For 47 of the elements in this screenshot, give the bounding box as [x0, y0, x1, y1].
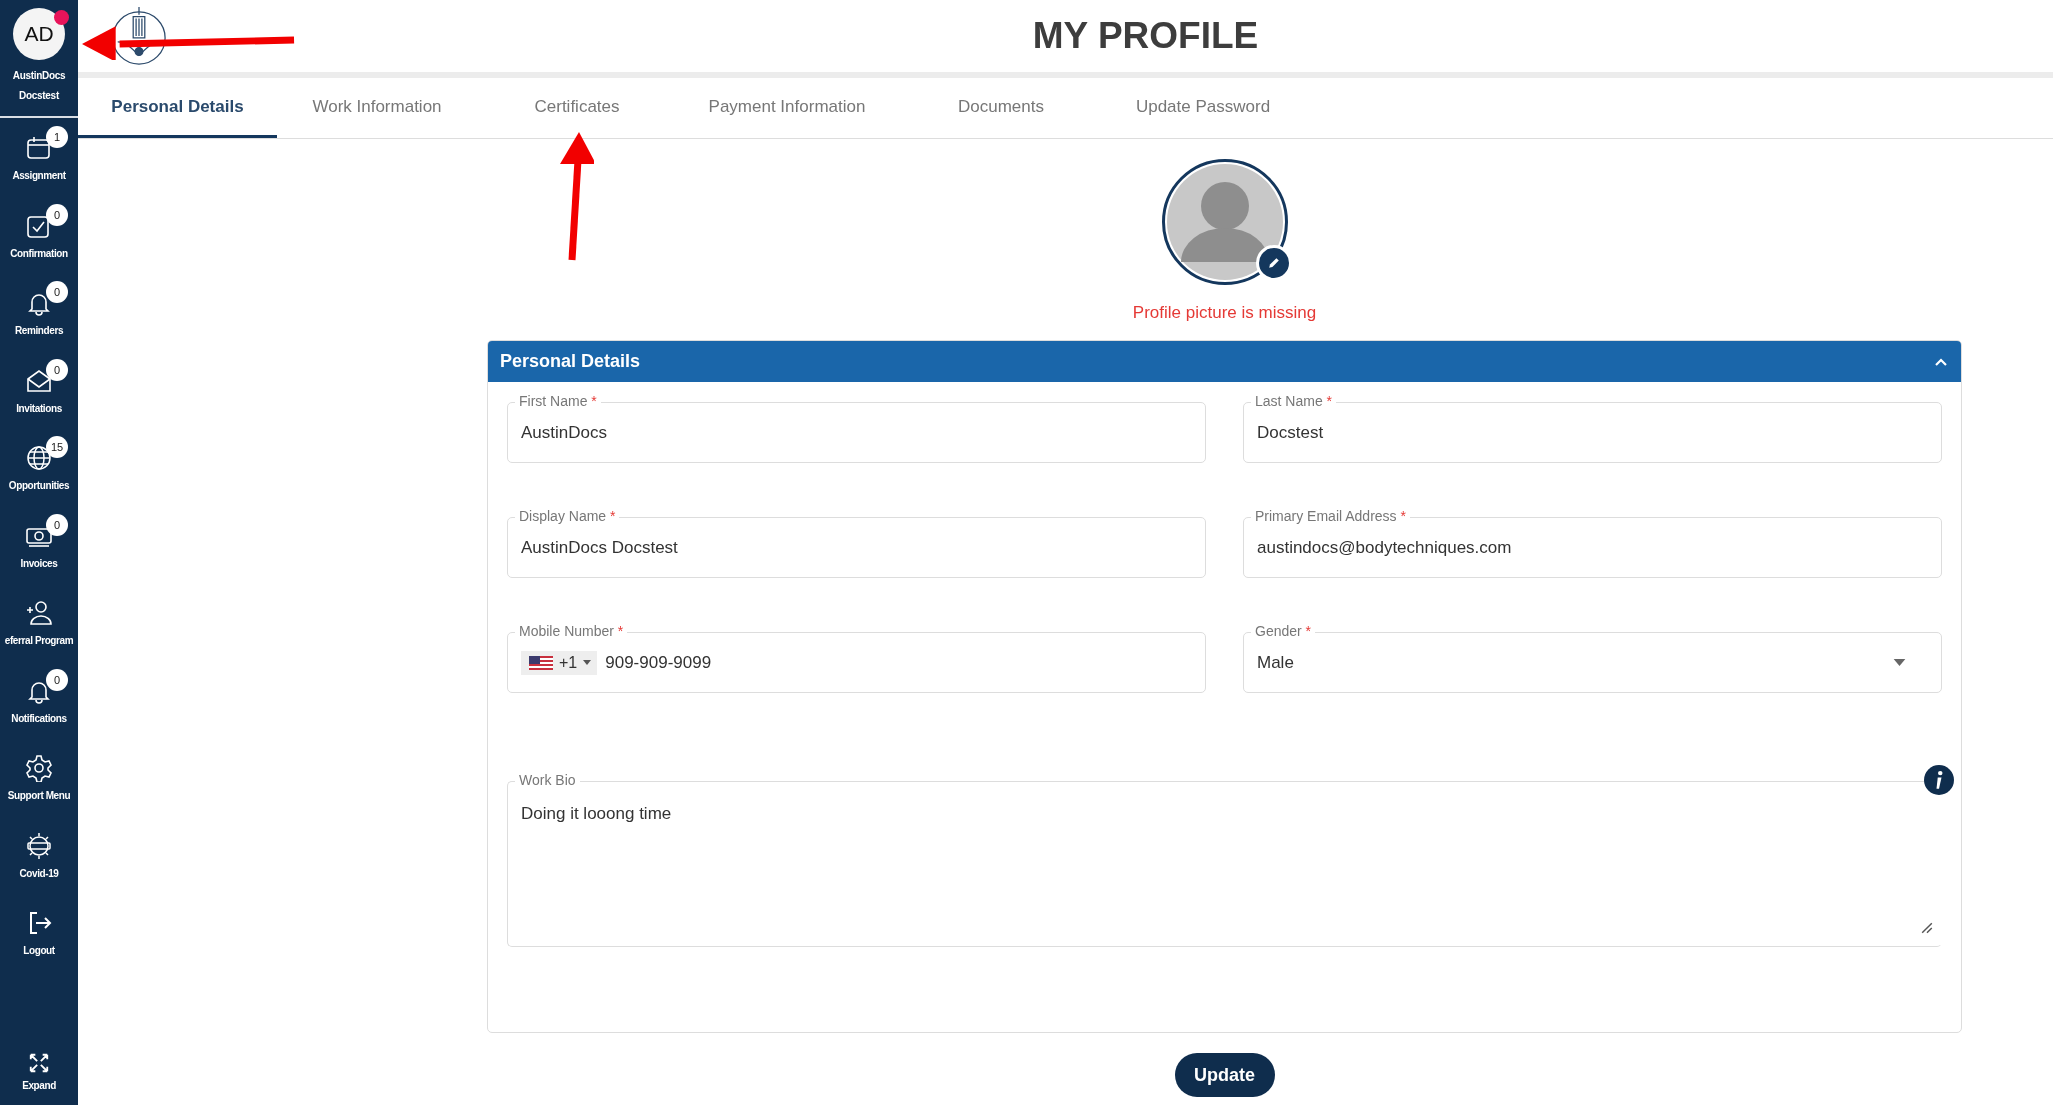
calendar-icon [25, 134, 53, 162]
sidebar-item[interactable]: Support Menu [0, 746, 78, 824]
count-badge: 1 [46, 126, 68, 148]
add-user-icon [25, 599, 53, 627]
resize-handle-icon[interactable] [1921, 922, 1933, 934]
field-label: Primary Email Address * [1251, 507, 1410, 525]
flag-icon [529, 655, 553, 670]
panel-title: Personal Details [500, 351, 641, 372]
sidebar-item[interactable]: Logout [0, 901, 78, 979]
count-badge: 0 [46, 203, 68, 226]
count-badge: 0 [46, 668, 68, 691]
count-badge: 15 [46, 436, 68, 458]
sidebar-item[interactable]: 0 Invoices [0, 513, 78, 591]
tab[interactable]: Certificates [477, 78, 677, 138]
user-name: Docstest [19, 89, 59, 103]
tab[interactable]: Documents [897, 78, 1105, 138]
field-label: Display Name * [515, 507, 620, 525]
virus-icon [25, 831, 53, 860]
tab[interactable]: Payment Information [677, 78, 897, 138]
sidebar-item[interactable]: 1 Assignment [0, 126, 78, 204]
missing-picture-warning: Profile picture is missing [1132, 303, 1317, 323]
count-badge: 0 [46, 281, 68, 303]
sidebar-item[interactable]: eferral Program [0, 591, 78, 669]
sidebar-item[interactable]: 0 Invitations [0, 358, 78, 436]
panel-header[interactable]: Personal Details [488, 341, 1961, 382]
settings-icon [25, 754, 53, 782]
sidebar-item[interactable]: 15 Opportunities [0, 436, 78, 514]
count-badge: 0 [46, 513, 68, 536]
sidebar-item[interactable]: 0 Confirmation [0, 203, 78, 281]
globe-icon [25, 444, 53, 472]
tab[interactable]: Update Password [1105, 78, 1301, 138]
update-button[interactable]: Update [1174, 1053, 1275, 1097]
page-title: MY PROFILE [1032, 15, 1259, 57]
phone-number: 909-909-9099 [605, 652, 712, 673]
sidebar-item[interactable]: 0 Notifications [0, 668, 78, 746]
expand-button[interactable]: Expand [22, 1052, 56, 1091]
country-code-picker[interactable]: +1 [521, 650, 598, 675]
count-badge: 0 [46, 358, 68, 381]
sidebar-item[interactable]: Covid-19 [0, 823, 78, 901]
expand-icon [28, 1052, 50, 1074]
caret-icon [1893, 659, 1906, 666]
sidebar-item[interactable]: 0 Reminders [0, 281, 78, 359]
tab[interactable]: Personal Details [78, 78, 277, 138]
tab[interactable]: Work Information [277, 78, 477, 138]
info-icon[interactable] [1924, 765, 1954, 795]
user-name: AustinDocs [12, 69, 66, 83]
caret-icon [583, 660, 592, 665]
